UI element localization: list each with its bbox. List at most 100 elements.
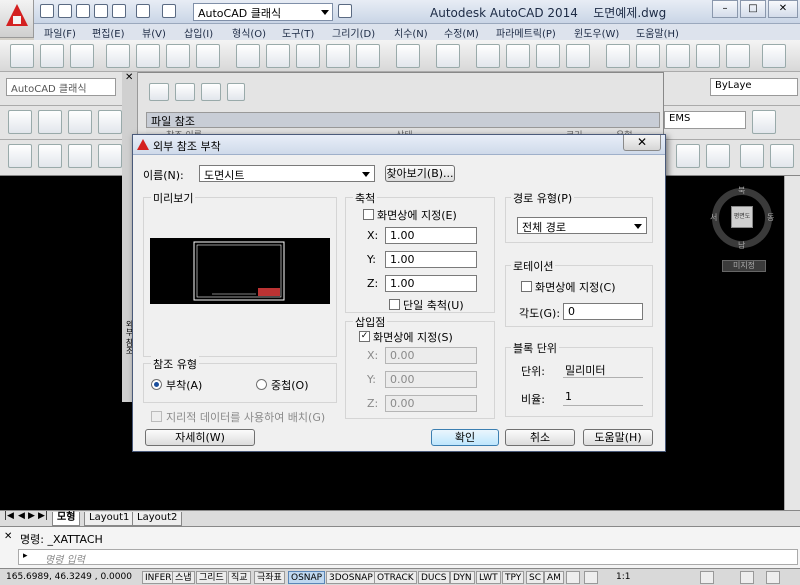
linear-dim-icon[interactable] bbox=[8, 110, 32, 134]
attach-radio[interactable] bbox=[151, 379, 162, 390]
viewcube-top-face[interactable]: 평면도 bbox=[731, 206, 753, 228]
snap-toggle[interactable]: 스냅 bbox=[172, 571, 195, 584]
block-editor-icon[interactable] bbox=[356, 44, 380, 68]
3d-print-icon[interactable] bbox=[196, 44, 220, 68]
geo-data-checkbox[interactable] bbox=[151, 411, 162, 422]
change-path-icon[interactable] bbox=[201, 83, 221, 101]
am-toggle[interactable]: AM bbox=[544, 571, 564, 584]
save-file-icon[interactable] bbox=[70, 44, 94, 68]
infer-toggle[interactable]: INFER bbox=[142, 571, 175, 584]
linetype-select[interactable]: ByLaye bbox=[710, 78, 798, 96]
isolate-objects-icon[interactable] bbox=[740, 571, 754, 584]
quick-view-layouts-icon[interactable] bbox=[584, 571, 598, 584]
paste-icon[interactable] bbox=[296, 44, 320, 68]
scale-z-input[interactable]: 1.00 bbox=[385, 275, 477, 292]
maximize-button[interactable]: □ bbox=[740, 0, 766, 18]
clean-screen-icon[interactable] bbox=[766, 571, 780, 584]
scale-on-screen-checkbox[interactable] bbox=[363, 209, 374, 220]
attach-dwg-icon[interactable] bbox=[149, 83, 169, 101]
tab-next-icon[interactable]: ▶ bbox=[28, 511, 35, 521]
command-input[interactable]: ▸ 명령 입력 bbox=[18, 549, 798, 566]
sheet-set-icon[interactable] bbox=[696, 44, 720, 68]
menu-parametric[interactable]: 파라메트릭(P) bbox=[496, 25, 556, 40]
rotation-on-screen-checkbox[interactable] bbox=[521, 281, 532, 292]
scale-x-input[interactable]: 1.00 bbox=[385, 227, 477, 244]
workspace-switch-icon[interactable] bbox=[700, 571, 714, 584]
zoom-previous-icon[interactable] bbox=[566, 44, 590, 68]
tab-prev-icon[interactable]: ◀ bbox=[18, 511, 25, 521]
menu-draw[interactable]: 그리기(D) bbox=[332, 25, 375, 40]
vertical-scrollbar[interactable] bbox=[784, 176, 800, 510]
redo-icon[interactable] bbox=[162, 4, 176, 18]
dialog-close-button[interactable]: ✕ bbox=[623, 135, 661, 151]
tab-layout2[interactable]: Layout2 bbox=[132, 512, 183, 526]
calculator-icon[interactable] bbox=[762, 44, 786, 68]
dialog-title-bar[interactable]: 외부 참조 부착 bbox=[133, 135, 665, 155]
menu-insert[interactable]: 삽입(I) bbox=[184, 25, 213, 40]
name-combo[interactable]: 도면시트 bbox=[199, 165, 375, 182]
annotation-scale[interactable]: 1:1 bbox=[616, 572, 630, 582]
scale-icon[interactable] bbox=[676, 144, 700, 168]
tab-first-icon[interactable]: |◀ bbox=[4, 511, 14, 521]
tab-layout1[interactable]: Layout1 bbox=[84, 512, 135, 526]
ucs-menu[interactable]: 미지정 bbox=[722, 260, 766, 272]
publish-icon[interactable] bbox=[166, 44, 190, 68]
polyline-icon[interactable] bbox=[68, 144, 92, 168]
aligned-dim-icon[interactable] bbox=[38, 110, 62, 134]
menu-tools[interactable]: 도구(T) bbox=[282, 25, 314, 40]
details-button[interactable]: 자세히(W) bbox=[145, 429, 255, 446]
print-icon[interactable] bbox=[106, 44, 130, 68]
dyn-toggle[interactable]: DYN bbox=[450, 571, 475, 584]
osnap-toggle[interactable]: OSNAP bbox=[288, 571, 326, 584]
open-icon[interactable] bbox=[58, 4, 72, 18]
grid-toggle[interactable]: 그리드 bbox=[196, 571, 227, 584]
3dosnap-toggle[interactable]: 3DOSNAP bbox=[326, 571, 376, 584]
undo-tool-icon[interactable] bbox=[396, 44, 420, 68]
match-properties-icon[interactable] bbox=[326, 44, 350, 68]
path-type-combo[interactable]: 전체 경로 bbox=[517, 217, 647, 234]
construction-line-icon[interactable] bbox=[38, 144, 62, 168]
save-as-icon[interactable] bbox=[94, 4, 108, 18]
dimstyle-icon[interactable] bbox=[752, 110, 776, 134]
properties-icon[interactable] bbox=[606, 44, 630, 68]
undo-icon[interactable] bbox=[136, 4, 150, 18]
minimize-button[interactable]: – bbox=[712, 0, 738, 18]
otrack-toggle[interactable]: OTRACK bbox=[374, 571, 417, 584]
menu-window[interactable]: 윈도우(W) bbox=[574, 25, 619, 40]
save-icon[interactable] bbox=[76, 4, 90, 18]
refresh-icon[interactable] bbox=[175, 83, 195, 101]
tab-last-icon[interactable]: ▶| bbox=[38, 511, 48, 521]
insertion-z-input[interactable]: 0.00 bbox=[385, 395, 477, 412]
plot-icon[interactable] bbox=[112, 4, 126, 18]
redo-tool-icon[interactable] bbox=[436, 44, 460, 68]
qnew-icon[interactable] bbox=[10, 44, 34, 68]
polar-toggle[interactable]: 극좌표 bbox=[254, 571, 285, 584]
workspace-select[interactable]: AutoCAD 클래식 bbox=[193, 3, 333, 21]
overlay-radio[interactable] bbox=[256, 379, 267, 390]
pan-icon[interactable] bbox=[476, 44, 500, 68]
tpy-toggle[interactable]: TPY bbox=[502, 571, 525, 584]
scale-y-input[interactable]: 1.00 bbox=[385, 251, 477, 268]
tool-palettes-icon[interactable] bbox=[666, 44, 690, 68]
design-center-icon[interactable] bbox=[636, 44, 660, 68]
insertion-on-screen-checkbox[interactable]: ✓ bbox=[359, 331, 370, 342]
menu-file[interactable]: 파일(F) bbox=[44, 25, 76, 40]
ok-button[interactable]: 확인 bbox=[431, 429, 499, 446]
coordinates[interactable]: 165.6989, 46.3249 , 0.0000 bbox=[6, 572, 132, 582]
markup-icon[interactable] bbox=[726, 44, 750, 68]
stretch-icon[interactable] bbox=[706, 144, 730, 168]
arc-length-icon[interactable] bbox=[68, 110, 92, 134]
new-icon[interactable] bbox=[40, 4, 54, 18]
insertion-y-input[interactable]: 0.00 bbox=[385, 371, 477, 388]
trim-icon[interactable] bbox=[740, 144, 764, 168]
browse-button[interactable]: 찾아보기(B)... bbox=[385, 165, 455, 182]
workspace-toolbar-select[interactable]: AutoCAD 클래식 bbox=[6, 78, 116, 96]
menu-format[interactable]: 형식(O) bbox=[232, 25, 266, 40]
line-icon[interactable] bbox=[8, 144, 32, 168]
polygon-icon[interactable] bbox=[98, 144, 122, 168]
dimstyle-select[interactable]: EMS bbox=[664, 111, 746, 129]
plot-preview-icon[interactable] bbox=[136, 44, 160, 68]
share-icon[interactable] bbox=[338, 4, 352, 18]
open-file-icon[interactable] bbox=[40, 44, 64, 68]
help-icon[interactable] bbox=[227, 83, 245, 101]
